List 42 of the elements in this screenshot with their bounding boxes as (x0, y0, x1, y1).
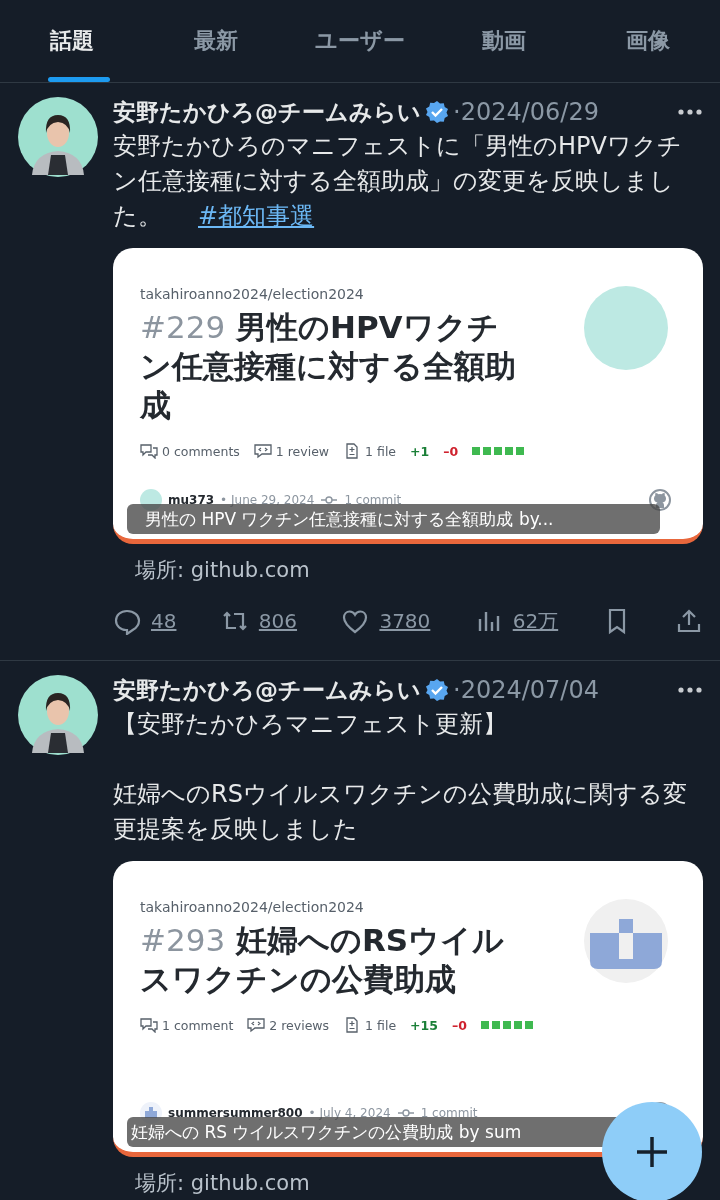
pull-request-title: #229 男性のHPVワクチン任意接種に対する全額助成 (140, 308, 517, 425)
additions-count: +15 (410, 1017, 438, 1033)
action-button[interactable]: 48 (113, 607, 177, 635)
post-text: 安野たかひろのマニフェストに「男性のHPVワクチン任意接種に対する全額助成」の変更を反映しました。 #都知事選 (113, 131, 683, 232)
post-text: 【安野たかひろマニフェスト更新】 (113, 709, 508, 740)
feed-tab[interactable]: 話題 (0, 0, 144, 82)
author-name[interactable]: 安野たかひろ@チームみらい (113, 96, 421, 128)
post-date: ·2024/06/29 (453, 98, 599, 126)
repo-name: takahiroanno2024/election2024 (140, 899, 365, 915)
commit-count: 1 commit (344, 493, 402, 507)
comment-count: 1 comment (162, 1017, 234, 1033)
image-caption: 男性の HPV ワクチン任意接種に対する全額助成 by... (127, 504, 660, 534)
repo-name: takahiroanno2024/election2024 (140, 286, 365, 302)
pr-date: • July 4, 2024 (308, 1106, 391, 1120)
pr-date: • June 29, 2024 (220, 493, 315, 507)
file-count: 1 file (365, 1017, 397, 1033)
pull-request-title: #293 妊婦へのRSウイルスワクチンの公費助成 (140, 921, 506, 999)
action-button[interactable]: 3780 (341, 607, 431, 635)
deletions-count: –0 (443, 443, 459, 459)
deletions-count: –0 (451, 1017, 467, 1033)
pr-author: mu373 (168, 493, 215, 507)
link-source[interactable]: 場所: github.com (135, 556, 310, 584)
file-count: 1 file (365, 443, 397, 459)
author-name[interactable]: 安野たかひろ@チームみらい (113, 674, 421, 706)
feed-tab[interactable]: ユーザー (288, 0, 432, 82)
link-card[interactable]: takahiroanno2024/election2024 #229 男性のHPVワクチン任意接種に対する全額助成 0 comments 1 review 1 file +1 –0 mu373 • June 29, 2024 1 commit 男性の HPV ワクチン任意接種に対する全額助成 by... (113, 248, 703, 544)
link-source[interactable]: 場所: github.com (135, 1169, 310, 1197)
link-card[interactable]: takahiroanno2024/election2024 #293 妊婦へのRSウイルスワクチンの公費助成 1 comment 2 reviews 1 file +15 –0 summersummer800 • July 4, 2024 1 commit 妊婦への RS ウイルスワクチンの公費助成 by sum (113, 861, 703, 1157)
review-count: 1 review (275, 443, 330, 459)
review-count: 2 reviews (269, 1017, 330, 1033)
feed-tab[interactable]: 画像 (576, 0, 720, 82)
comment-count: 0 comments (162, 443, 240, 459)
action-button[interactable]: 806 (220, 607, 298, 635)
feed-tab[interactable]: 最新 (144, 0, 288, 82)
pr-author: summersummer800 (168, 1106, 303, 1120)
post-date: ·2024/07/04 (453, 676, 599, 704)
commit-count: 1 commit (420, 1106, 478, 1120)
action-button[interactable]: 62万 (474, 607, 559, 635)
post-text: 妊婦へのRSウイルスワクチンの公費助成に関する変更提案を反映しました (113, 779, 688, 845)
hashtag-link[interactable]: #都知事選 (198, 202, 315, 230)
feed-tab[interactable]: 動画 (432, 0, 576, 82)
additions-count: +1 (410, 443, 430, 459)
